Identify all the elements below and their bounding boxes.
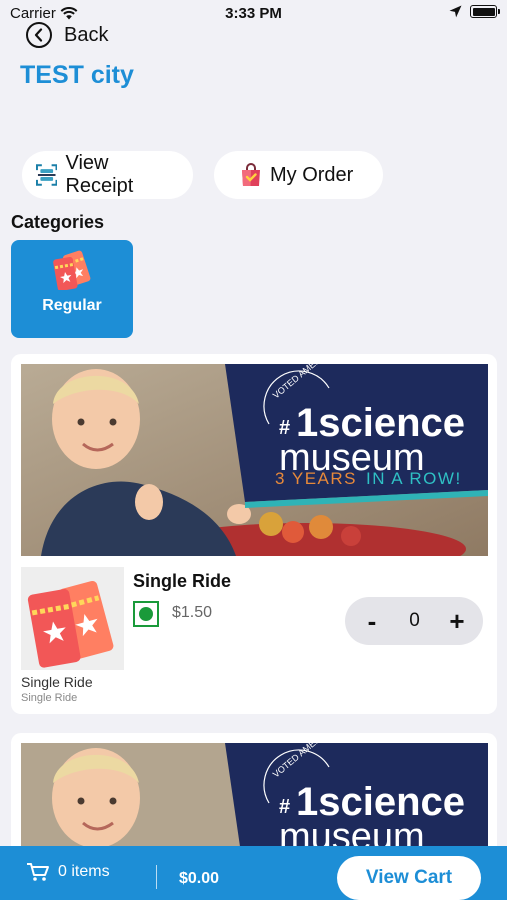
product-price: $1.50 bbox=[172, 604, 213, 621]
cart-bar: 0 items $0.00 View Cart bbox=[0, 846, 507, 900]
quantity-value: 0 bbox=[409, 610, 420, 631]
product-thumb-name: Single Ride bbox=[21, 674, 93, 690]
product-banner-image: VOTED AMERICA'S # 1science museum 3 YEAR… bbox=[21, 364, 488, 556]
banner-hash: # bbox=[279, 417, 290, 439]
app-screen: Carrier 3:33 PM Back TEST city View Rece… bbox=[0, 0, 507, 900]
chevron-left-icon bbox=[26, 22, 52, 48]
status-time: 3:33 PM bbox=[225, 5, 282, 22]
qr-scan-icon bbox=[36, 164, 58, 186]
cart-divider bbox=[156, 865, 157, 889]
location-arrow-icon bbox=[449, 5, 462, 18]
battery-icon bbox=[470, 5, 500, 18]
product-thumb-desc: Single Ride bbox=[21, 692, 78, 704]
banner-hash: # bbox=[279, 796, 290, 818]
increment-button[interactable]: + bbox=[447, 608, 467, 634]
page-title: TEST city bbox=[20, 61, 134, 89]
quantity-stepper: - 0 + bbox=[345, 597, 483, 645]
banner-tagline-b: IN A ROW! bbox=[366, 469, 462, 488]
view-receipt-label: View Receipt bbox=[65, 152, 134, 197]
back-label: Back bbox=[64, 23, 109, 46]
ticket-icon bbox=[53, 250, 91, 290]
view-cart-button[interactable]: View Cart bbox=[337, 856, 481, 900]
my-order-label: My Order bbox=[270, 163, 354, 186]
cart-icon bbox=[27, 863, 49, 881]
view-receipt-button[interactable]: View Receipt bbox=[22, 151, 193, 199]
ticket-icon bbox=[27, 581, 114, 668]
cart-total: $0.00 bbox=[179, 870, 220, 887]
shopping-bag-icon bbox=[242, 163, 260, 186]
product-title: Single Ride bbox=[133, 571, 232, 591]
product-card: VOTED AMERICA'S # 1science museum 3 YEAR… bbox=[11, 354, 497, 714]
category-regular[interactable]: Regular bbox=[11, 240, 133, 338]
decrement-button[interactable]: - bbox=[362, 608, 382, 634]
category-label: Regular bbox=[42, 297, 102, 314]
cart-count[interactable]: 0 items bbox=[26, 862, 110, 882]
categories-heading: Categories bbox=[11, 212, 105, 232]
my-order-button[interactable]: My Order bbox=[214, 151, 383, 199]
back-button[interactable]: Back bbox=[26, 22, 108, 48]
product-thumbnail bbox=[21, 567, 124, 670]
status-right bbox=[449, 5, 500, 18]
banner-tagline-a: 3 YEARS bbox=[275, 469, 357, 488]
cart-items-label: 0 items bbox=[58, 863, 110, 880]
veg-indicator-icon bbox=[133, 601, 159, 627]
